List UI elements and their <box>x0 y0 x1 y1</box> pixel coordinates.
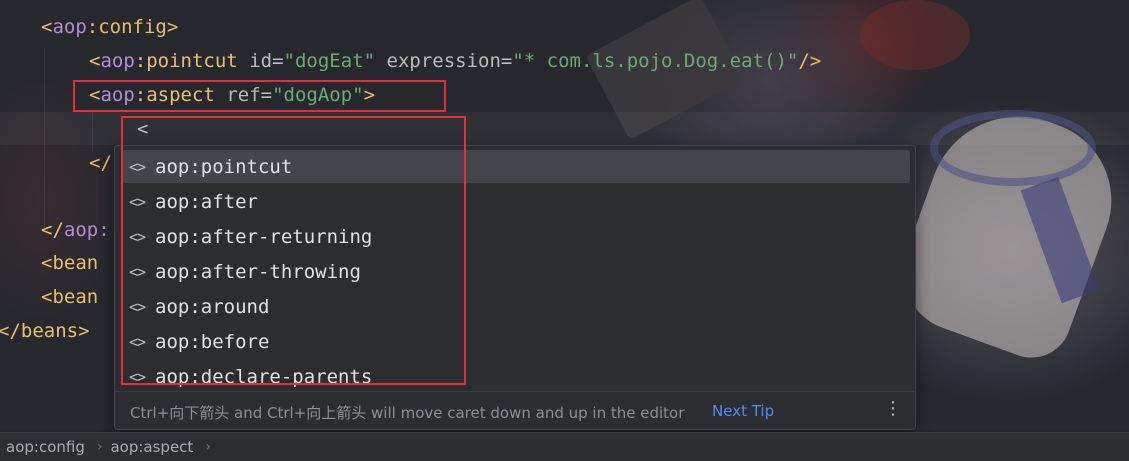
code-line-bean[interactable]: <bean <box>41 286 98 308</box>
breadcrumb-separator: › <box>96 439 103 455</box>
code-line-aop-pointcut[interactable]: <aop:pointcut id="dogEat" expression="* … <box>89 50 821 72</box>
more-options-icon[interactable]: ⋮ <box>884 398 902 419</box>
highlight-box-aspect <box>73 80 446 112</box>
breadcrumb-item-config[interactable]: aop:config <box>6 438 85 456</box>
completion-footer: Ctrl+向下箭头 and Ctrl+向上箭头 will move caret … <box>115 391 915 429</box>
next-tip-link[interactable]: Next Tip <box>712 402 774 420</box>
indent-guide <box>92 112 93 152</box>
code-line-aop-config[interactable]: <aop:config> <box>41 16 178 38</box>
code-line-bean[interactable]: <bean <box>41 252 98 274</box>
highlight-box-completion <box>121 116 466 385</box>
breadcrumb: aop:config › aop:aspect › <box>0 432 1129 461</box>
code-line-closing-config[interactable]: </aop: <box>41 219 110 241</box>
footer-tip-text: Ctrl+向下箭头 and Ctrl+向上箭头 will move caret … <box>130 404 685 422</box>
code-line-closing-aspect[interactable]: </ <box>89 152 112 174</box>
code-line-closing-beans[interactable]: </beans> <box>0 320 90 342</box>
breadcrumb-item-aspect[interactable]: aop:aspect <box>110 438 193 456</box>
breadcrumb-separator: › <box>205 439 211 455</box>
indent-guide <box>44 48 45 228</box>
